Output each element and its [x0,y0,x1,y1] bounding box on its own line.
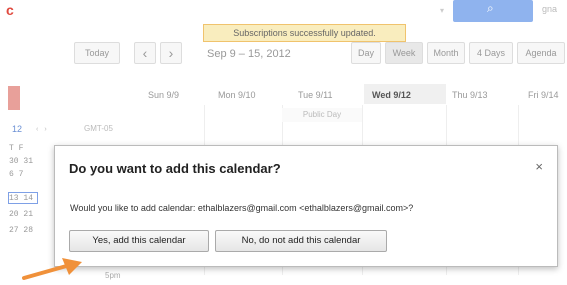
account-name[interactable]: gna [542,4,557,14]
day-header-tue[interactable]: Tue 9/11 [298,90,333,100]
mini-calendar-current-week [8,192,38,204]
view-agenda-button[interactable]: Agenda [517,42,565,64]
mini-calendar-nav[interactable]: ‹› [36,126,53,133]
dialog-message: Would you like to add calendar: ethalbla… [70,203,414,213]
date-range-label: Sep 9 – 15, 2012 [207,48,291,60]
account-caret-icon[interactable]: ▾ [440,6,444,15]
mini-calendar-row: 20 21 [9,210,34,219]
timezone-label: GMT-05 [84,124,113,133]
prev-week-button[interactable]: ‹ [134,42,156,64]
mini-calendar-row: T F [9,144,24,153]
time-label: 5pm [105,271,121,280]
today-button[interactable]: Today [74,42,120,64]
day-header-mon[interactable]: Mon 9/10 [218,90,256,100]
day-header-fri[interactable]: Fri 9/14 [528,90,559,100]
search-icon: ⌕ [487,1,494,15]
view-day-button[interactable]: Day [351,42,381,64]
pointer-arrow-icon [22,258,82,280]
close-icon[interactable]: × [535,159,543,174]
app-logo-fragment[interactable]: c [6,2,14,18]
dialog-title: Do you want to add this calendar? [69,161,281,176]
next-week-button[interactable]: › [160,42,182,64]
day-header-wed[interactable]: Wed 9/12 [372,90,411,100]
view-month-button[interactable]: Month [427,42,465,64]
mini-calendar-row: 27 28 [9,226,34,235]
view-week-button[interactable]: Week [385,42,423,64]
mini-calendar-row: 6 7 [9,170,24,179]
add-calendar-button[interactable]: Yes, add this calendar [69,230,209,252]
view-4days-button[interactable]: 4 Days [469,42,513,64]
status-notice: Subscriptions successfully updated. [203,24,406,42]
create-button-fragment[interactable] [8,86,20,110]
day-header-sun[interactable]: Sun 9/9 [148,90,179,100]
add-calendar-dialog: Do you want to add this calendar? × Woul… [54,145,558,267]
all-day-event[interactable]: Public Day [282,108,362,122]
mini-calendar-month: 12 [12,124,23,134]
decline-calendar-button[interactable]: No, do not add this calendar [215,230,387,252]
day-header-thu[interactable]: Thu 9/13 [452,90,488,100]
mini-calendar-row: 30 31 [9,157,34,166]
